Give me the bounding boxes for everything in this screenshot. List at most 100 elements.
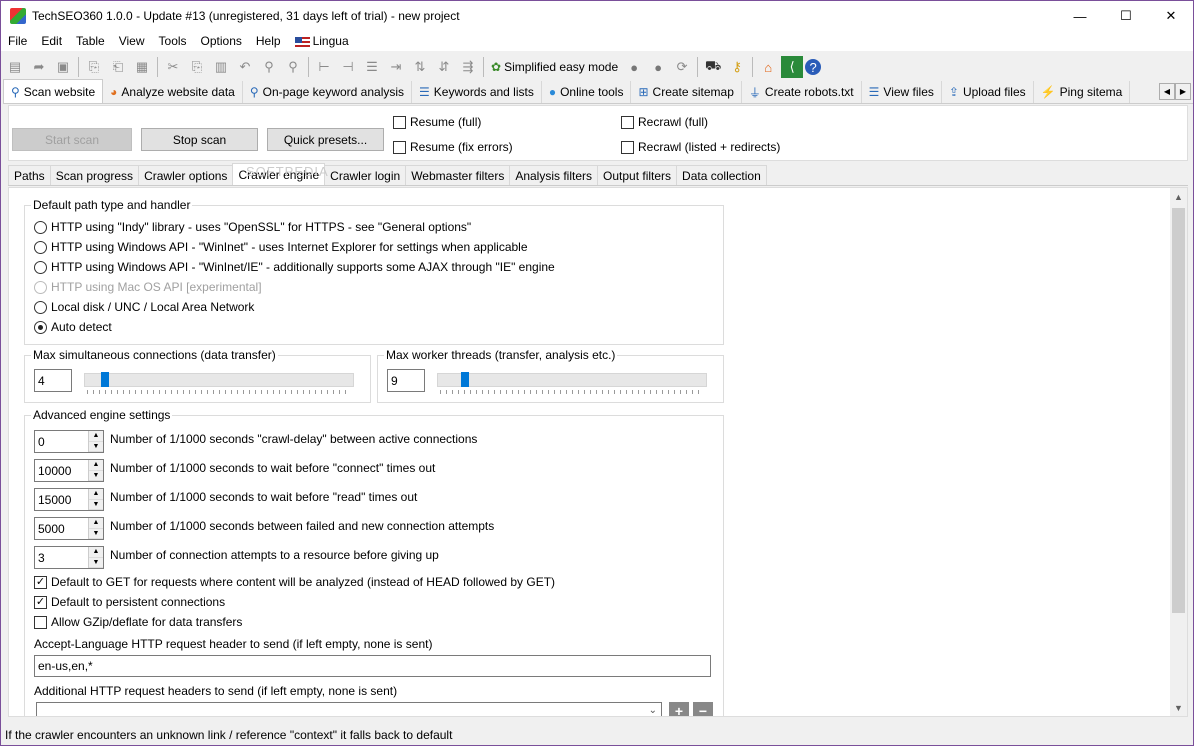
share-icon[interactable]: ⟨ — [781, 56, 804, 78]
cart-icon[interactable]: ⛟ — [702, 56, 724, 78]
tab-create-robots[interactable]: ⏚ Create robots.txt — [742, 81, 862, 103]
spinner-up-icon[interactable]: ▲ — [89, 431, 103, 442]
radio-indy[interactable]: HTTP using "Indy" library - uses "OpenSS… — [34, 220, 471, 234]
subtab-analysis-filters[interactable]: Analysis filters — [509, 165, 599, 185]
spinner-up-icon[interactable]: ▲ — [89, 547, 103, 558]
clipboard-icon[interactable]: ▦ — [131, 56, 153, 78]
menu-table[interactable]: Table — [69, 34, 112, 48]
default-get-checkbox[interactable]: ✓ Default to GET for requests where conte… — [34, 575, 555, 589]
slider-thumb[interactable] — [101, 372, 109, 387]
menu-edit[interactable]: Edit — [34, 34, 69, 48]
scroll-up-icon[interactable]: ▲ — [1170, 188, 1187, 205]
recrawl-listed-checkbox[interactable]: Recrawl (listed + redirects) — [621, 140, 780, 154]
save-project-icon[interactable]: ▣ — [52, 56, 74, 78]
scroll-down-icon[interactable]: ▼ — [1170, 699, 1187, 716]
scrollbar-thumb[interactable] — [1172, 208, 1185, 613]
quick-presets-button[interactable]: Quick presets... — [267, 128, 384, 151]
menu-view[interactable]: View — [112, 34, 152, 48]
spinner-up-icon[interactable]: ▲ — [89, 489, 103, 500]
tree-sort-icon[interactable]: ⇅ — [409, 56, 431, 78]
simplified-mode-button[interactable]: ✿ Simplified easy mode — [487, 56, 622, 78]
tab-on-page-keyword-analysis[interactable]: ⚲ On-page keyword analysis — [243, 81, 413, 103]
menu-help[interactable]: Help — [249, 34, 288, 48]
subtab-output-filters[interactable]: Output filters — [597, 165, 678, 185]
add-header-icon[interactable]: + — [669, 702, 689, 716]
subtab-crawler-options[interactable]: Crawler options — [138, 165, 234, 185]
paste-list-icon[interactable]: ⎗ — [107, 56, 129, 78]
attempts-spinner[interactable]: 3 ▲ ▼ — [34, 546, 104, 569]
close-button[interactable]: ✕ — [1148, 1, 1194, 31]
tab-ping-sitemap[interactable]: ⚡ Ping sitema — [1034, 81, 1131, 103]
tab-keywords-and-lists[interactable]: ☰ Keywords and lists — [412, 81, 542, 103]
new-project-icon[interactable]: ▤ — [4, 56, 26, 78]
menu-file[interactable]: File — [1, 34, 34, 48]
accept-language-input[interactable]: en-us,en,* — [34, 655, 711, 677]
tree-collapse-icon[interactable]: ⊣ — [337, 56, 359, 78]
menu-options[interactable]: Options — [194, 34, 249, 48]
radio-auto-detect[interactable]: Auto detect — [34, 320, 112, 334]
tab-upload-files[interactable]: ⇪ Upload files — [942, 81, 1034, 103]
stop-icon[interactable]: ● — [647, 56, 669, 78]
subtab-scan-progress[interactable]: Scan progress — [49, 165, 140, 185]
minimize-button[interactable]: — — [1057, 1, 1103, 31]
connections-slider[interactable] — [84, 372, 354, 387]
tree-filter-icon[interactable]: ⇵ — [433, 56, 455, 78]
open-project-icon[interactable]: ➦ — [28, 56, 50, 78]
spinner-up-icon[interactable]: ▲ — [89, 518, 103, 529]
radio-wininet[interactable]: HTTP using Windows API - "WinInet" - use… — [34, 240, 528, 254]
home-icon[interactable]: ⌂ — [757, 56, 779, 78]
spinner-down-icon[interactable]: ▼ — [89, 499, 103, 510]
retry-delay-spinner[interactable]: 5000 ▲ ▼ — [34, 517, 104, 540]
subtab-crawler-login[interactable]: Crawler login — [324, 165, 407, 185]
tab-scroll-right-icon[interactable]: ▶ — [1175, 83, 1191, 100]
tree-arrange-icon[interactable]: ⇶ — [457, 56, 479, 78]
spinner-down-icon[interactable]: ▼ — [89, 557, 103, 568]
connections-input[interactable]: 4 — [34, 369, 72, 392]
spinner-down-icon[interactable]: ▼ — [89, 470, 103, 481]
paste-icon[interactable]: ▥ — [210, 56, 232, 78]
tab-analyze-website-data[interactable]: ◕ Analyze website data — [103, 81, 243, 103]
help-icon[interactable]: ? — [805, 59, 822, 75]
menu-lingua[interactable]: Lingua — [288, 34, 356, 48]
tab-online-tools[interactable]: ● Online tools — [542, 81, 632, 103]
copy-list-icon[interactable]: ⎘ — [83, 56, 105, 78]
find-next-icon[interactable]: ⚲ — [282, 56, 304, 78]
connect-timeout-spinner[interactable]: 10000 ▲ ▼ — [34, 459, 104, 482]
undo-icon[interactable]: ↶ — [234, 56, 256, 78]
tab-scan-website[interactable]: ⚲ Scan website — [3, 79, 104, 103]
threads-input[interactable]: 9 — [387, 369, 425, 392]
additional-headers-combo[interactable]: ⌄ — [36, 702, 662, 716]
tree-list-icon[interactable]: ☰ — [361, 56, 383, 78]
content-scrollbar[interactable]: ▲ ▼ — [1170, 188, 1187, 716]
search-icon[interactable]: ⚲ — [258, 56, 280, 78]
copy-icon[interactable]: ⎘ — [186, 56, 208, 78]
record-icon[interactable]: ● — [623, 56, 645, 78]
resume-full-checkbox[interactable]: Resume (full) — [393, 115, 481, 129]
stop-scan-button[interactable]: Stop scan — [141, 128, 258, 151]
maximize-button[interactable]: ☐ — [1103, 1, 1149, 31]
spinner-down-icon[interactable]: ▼ — [89, 528, 103, 539]
crawl-delay-spinner[interactable]: 0 ▲ ▼ — [34, 430, 104, 453]
tree-move-icon[interactable]: ⇥ — [385, 56, 407, 78]
tab-view-files[interactable]: ☰ View files — [862, 81, 942, 103]
threads-slider[interactable] — [437, 372, 707, 387]
subtab-paths[interactable]: Paths — [8, 165, 51, 185]
tab-scroll-left-icon[interactable]: ◀ — [1159, 83, 1175, 100]
recrawl-full-checkbox[interactable]: Recrawl (full) — [621, 115, 708, 129]
resume-fix-errors-checkbox[interactable]: Resume (fix errors) — [393, 140, 513, 154]
spinner-up-icon[interactable]: ▲ — [89, 460, 103, 471]
subtab-data-collection[interactable]: Data collection — [676, 165, 767, 185]
radio-wininet-ie[interactable]: HTTP using Windows API - "WinInet/IE" - … — [34, 260, 555, 274]
spinner-down-icon[interactable]: ▼ — [89, 441, 103, 452]
cut-icon[interactable]: ✂ — [162, 56, 184, 78]
persistent-connections-checkbox[interactable]: ✓ Default to persistent connections — [34, 595, 225, 609]
subtab-webmaster-filters[interactable]: Webmaster filters — [405, 165, 511, 185]
menu-tools[interactable]: Tools — [152, 34, 194, 48]
read-timeout-spinner[interactable]: 15000 ▲ ▼ — [34, 488, 104, 511]
refresh-icon[interactable]: ⟳ — [671, 56, 693, 78]
start-scan-button[interactable]: Start scan — [12, 128, 132, 151]
tree-expand-icon[interactable]: ⊢ — [313, 56, 335, 78]
remove-header-icon[interactable]: − — [693, 702, 713, 716]
radio-local-disk[interactable]: Local disk / UNC / Local Area Network — [34, 300, 254, 314]
gzip-checkbox[interactable]: Allow GZip/deflate for data transfers — [34, 615, 242, 629]
